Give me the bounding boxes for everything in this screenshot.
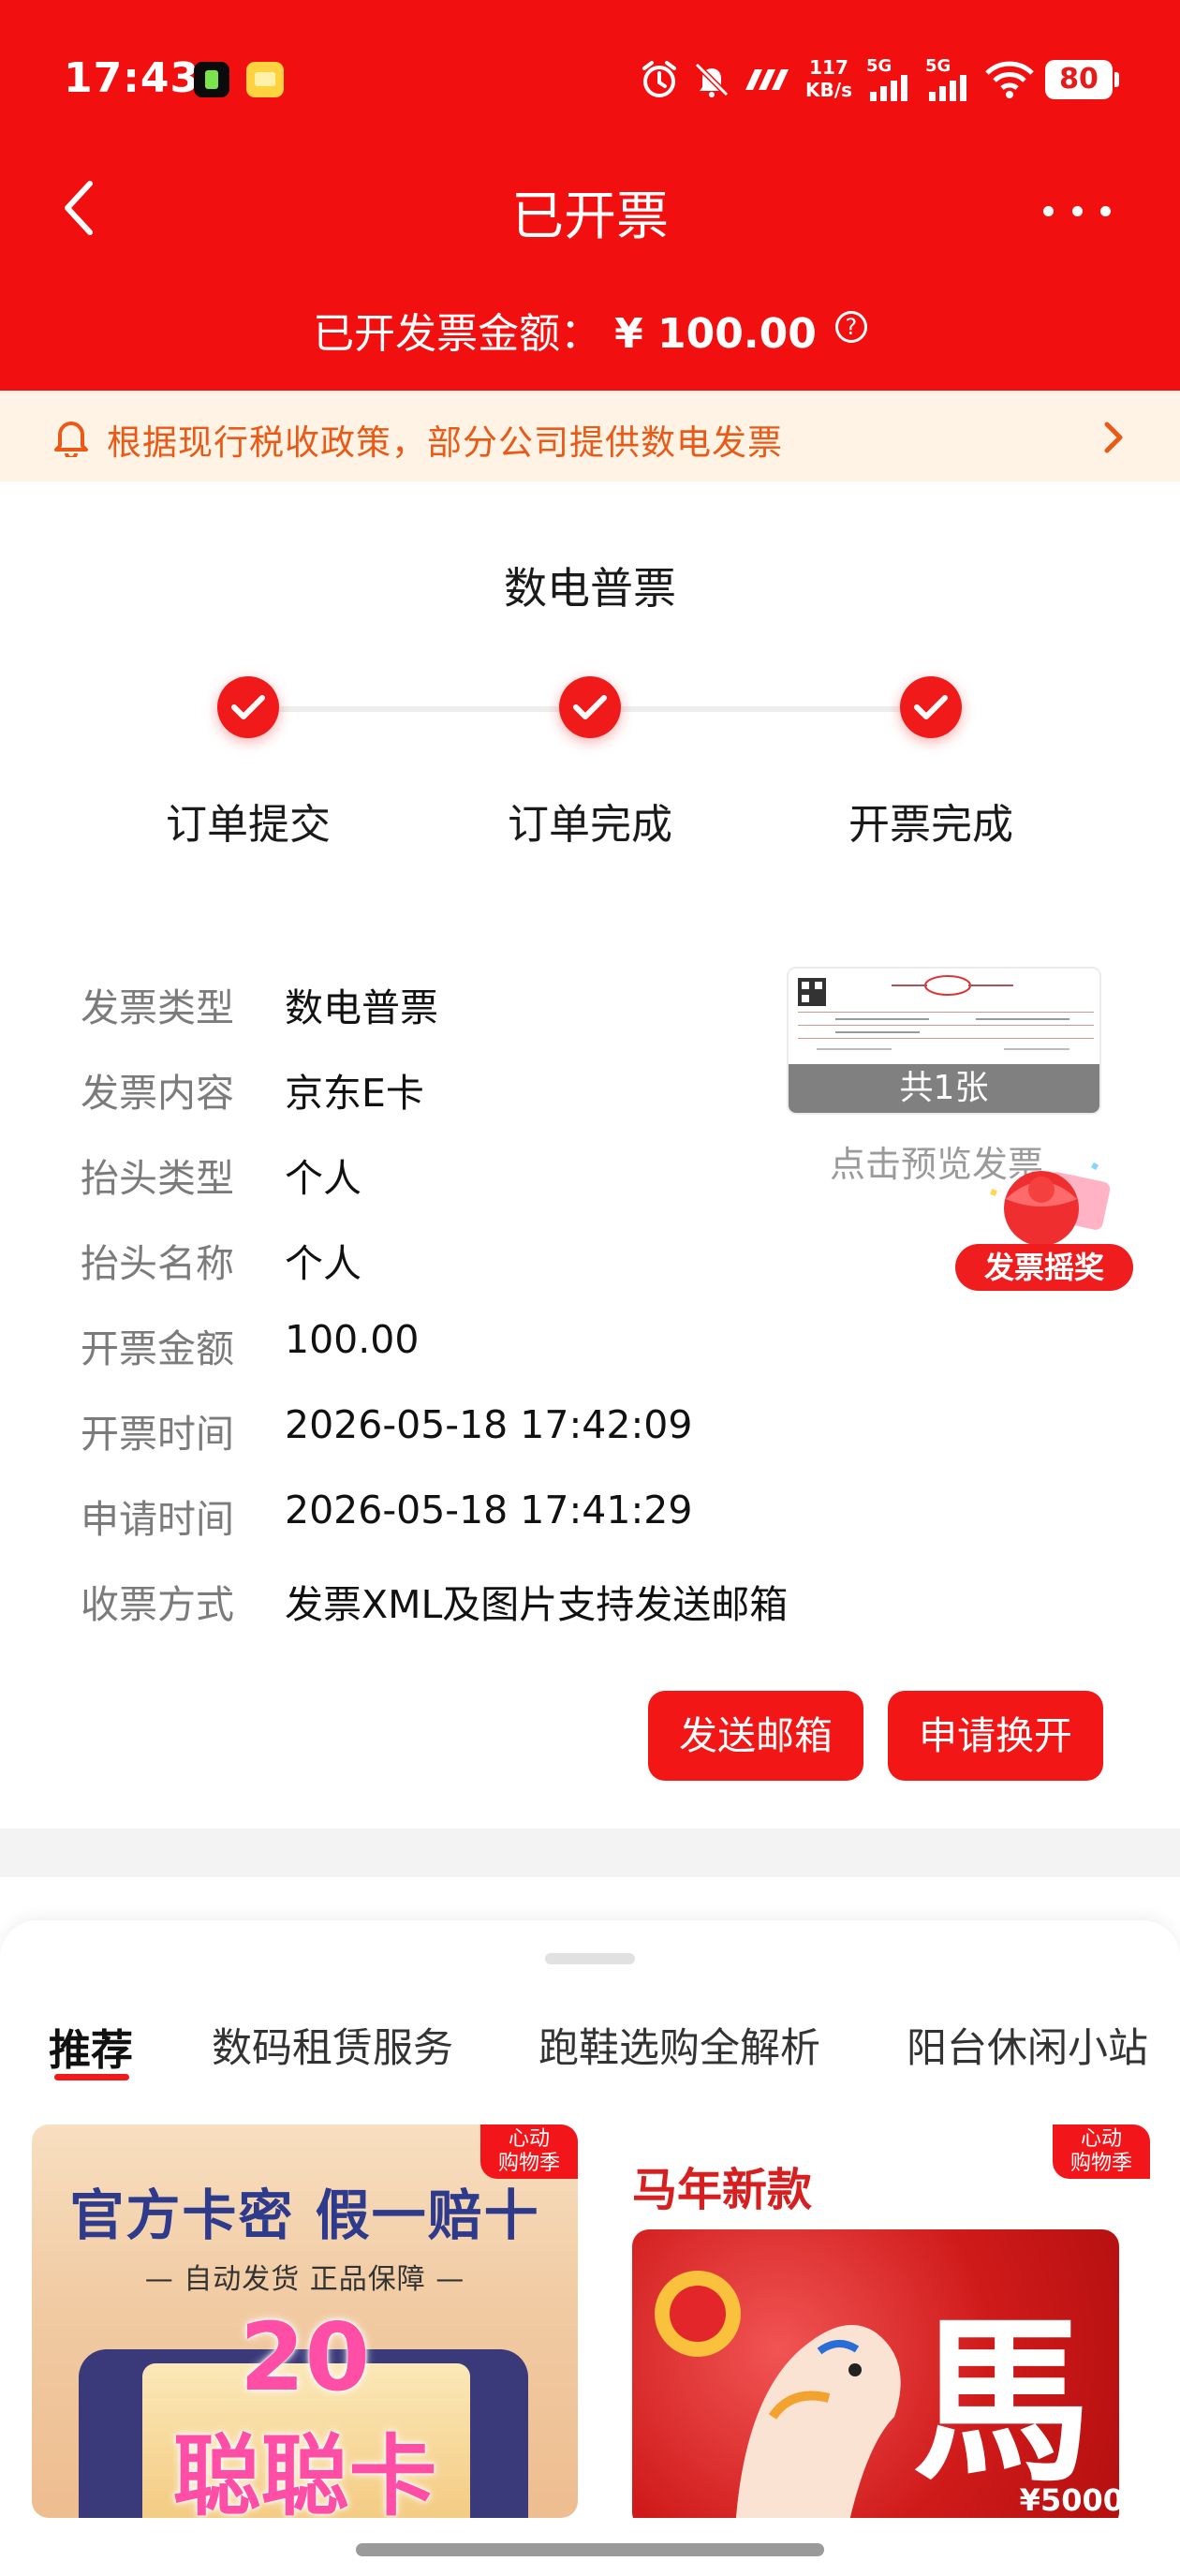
- alarm-icon: [637, 56, 682, 103]
- sheet-drag-handle[interactable]: [545, 1953, 635, 1964]
- detail-value: 2026-05-18 17:41:29: [285, 1488, 693, 1532]
- product-image: 馬: [632, 2229, 1119, 2518]
- step-done-check-icon: [217, 676, 279, 738]
- invoice-type-title: 数电普票: [504, 563, 676, 614]
- invoiced-amount: 已开发票金额： ¥ 100.00 ?: [0, 300, 1180, 360]
- notes-notification-icon: [246, 62, 284, 97]
- invoice-count: 共1张: [789, 1064, 1099, 1113]
- promo-badge-line2: 购物季: [1069, 2152, 1132, 2175]
- net-speed-unit: KB/s: [805, 79, 852, 101]
- signal-label-2: 5G: [925, 56, 951, 76]
- detail-value: 2026-05-18 17:42:09: [285, 1402, 693, 1447]
- product-price: ¥5000: [1019, 2482, 1124, 2518]
- promo-badge-line2: 购物季: [497, 2152, 560, 2175]
- signal-icon: 5G: [866, 56, 913, 103]
- product-name: 聪聪卡: [172, 2426, 437, 2518]
- product-title: 马年新款: [632, 2164, 813, 2216]
- horse-artwork-image: 馬: [655, 2271, 1091, 2518]
- app-notification-icon: [194, 62, 229, 97]
- net-speed-value: 117: [809, 56, 848, 79]
- tax-notice-bar[interactable]: 根据现行税收政策，部分公司提供数电发票: [0, 391, 1180, 481]
- tab-balcony-leisure[interactable]: 阳台休闲小站: [907, 2016, 1148, 2074]
- status-time: 17:43: [64, 54, 200, 102]
- more-dot-icon: [1043, 205, 1054, 216]
- detail-label: 抬头名称: [81, 1241, 234, 1286]
- step-done-check-icon: [900, 676, 962, 738]
- detail-label: 发票内容: [81, 1071, 234, 1116]
- tab-digital-rental[interactable]: 数码租赁服务: [212, 2016, 453, 2074]
- help-icon[interactable]: ?: [834, 311, 867, 343]
- promo-badge-line1: 心动: [1080, 2127, 1122, 2151]
- notice-text: 根据现行税收政策，部分公司提供数电发票: [107, 422, 783, 463]
- detail-value: 100.00: [285, 1317, 420, 1362]
- amount-value: ¥ 100.00: [614, 310, 817, 358]
- detail-label: 发票类型: [81, 985, 234, 1030]
- product-subline: — 自动发货 正品保障 —: [144, 2263, 465, 2296]
- promo-badge: 心动 购物季: [480, 2124, 578, 2179]
- net-speed: 117 KB/s: [801, 56, 857, 101]
- page-title: 已开票: [511, 186, 669, 247]
- header-bar: 17:43 117 KB/s 5G 5G 80 已开票 已开发票金额： ¥ 10…: [0, 0, 1180, 391]
- invoice-lottery-label: 发票摇奖: [955, 1244, 1133, 1291]
- detail-label: 申请时间: [81, 1497, 234, 1542]
- mute-bell-icon: [689, 56, 734, 103]
- detail-value: 个人: [285, 1156, 361, 1201]
- active-tab-indicator: [54, 2074, 129, 2080]
- battery-icon: 80: [1045, 60, 1119, 99]
- detail-value: 个人: [285, 1241, 361, 1286]
- more-dot-icon: [1071, 205, 1083, 216]
- wifi-icon: [983, 56, 1036, 103]
- product-card-gift-card[interactable]: 官方卡密 假一赔十 — 自动发货 正品保障 — 20 聪聪卡: [32, 2124, 578, 2518]
- reissue-invoice-button[interactable]: 申请换开: [888, 1691, 1103, 1781]
- detail-label: 收票方式: [81, 1582, 234, 1627]
- invoice-lottery-widget[interactable]: 发票摇奖: [951, 1156, 1135, 1293]
- chevron-right-icon: [1104, 422, 1123, 453]
- detail-value: 发票XML及图片支持发送邮箱: [285, 1582, 789, 1627]
- more-dot-icon: [1100, 205, 1111, 216]
- detail-value: 京东E卡: [285, 1071, 424, 1116]
- step-done-check-icon: [559, 676, 621, 738]
- amount-label: 已开发票金额：: [313, 310, 602, 358]
- signal-icon-2: 5G: [925, 56, 972, 103]
- more-button[interactable]: [1043, 192, 1111, 229]
- detail-label: 抬头类型: [81, 1156, 234, 1201]
- promo-badge-line1: 心动: [508, 2127, 550, 2151]
- nfc-icon: [740, 56, 792, 103]
- home-indicator[interactable]: [356, 2543, 824, 2556]
- send-email-button[interactable]: 发送邮箱: [648, 1691, 863, 1781]
- product-denomination: 20: [239, 2302, 371, 2412]
- status-bar: 17:43 117 KB/s 5G 5G 80: [0, 0, 1180, 159]
- promo-badge: 心动 购物季: [1053, 2124, 1150, 2179]
- detail-label: 开票时间: [81, 1412, 234, 1457]
- step-label-order-submitted: 订单提交: [166, 801, 331, 849]
- bell-icon: [54, 422, 88, 457]
- signal-label: 5G: [866, 56, 892, 76]
- product-card-horse-year[interactable]: 马年新款 馬 ¥5000: [604, 2124, 1150, 2518]
- section-divider: [0, 1828, 1180, 1877]
- detail-label: 开票金额: [81, 1326, 234, 1371]
- product-headline: 官方卡密 假一赔十: [69, 2184, 540, 2247]
- detail-value: 数电普票: [285, 985, 438, 1030]
- step-label-order-completed: 订单完成: [508, 801, 672, 849]
- tab-running-shoes[interactable]: 跑鞋选购全解析: [538, 2016, 820, 2074]
- step-label-invoice-issued: 开票完成: [848, 801, 1013, 849]
- invoice-thumbnail[interactable]: 共1张: [787, 967, 1101, 1115]
- tab-recommend[interactable]: 推荐: [49, 2016, 133, 2077]
- svg-text:馬: 馬: [913, 2297, 1091, 2506]
